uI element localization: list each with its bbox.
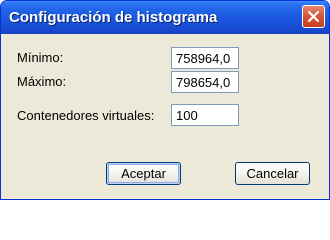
dialog-title: Configuración de histograma (9, 9, 218, 26)
cancel-button[interactable]: Cancelar (235, 162, 310, 185)
close-icon (307, 10, 320, 23)
bins-input[interactable] (171, 104, 239, 126)
bins-label: Contenedores virtuales: (17, 108, 155, 123)
title-bar[interactable]: Configuración de histograma (1, 1, 329, 34)
accept-button[interactable]: Aceptar (106, 162, 181, 185)
max-label: Máximo: (17, 74, 67, 89)
min-input[interactable] (171, 47, 239, 69)
min-label: Mínimo: (17, 50, 64, 65)
histogram-config-dialog: Configuración de histograma Mínimo: Máxi… (0, 0, 330, 200)
close-button[interactable] (302, 5, 325, 28)
dialog-body: Mínimo: Máximo: Contenedores virtuales: … (5, 34, 325, 195)
max-input[interactable] (171, 71, 239, 93)
